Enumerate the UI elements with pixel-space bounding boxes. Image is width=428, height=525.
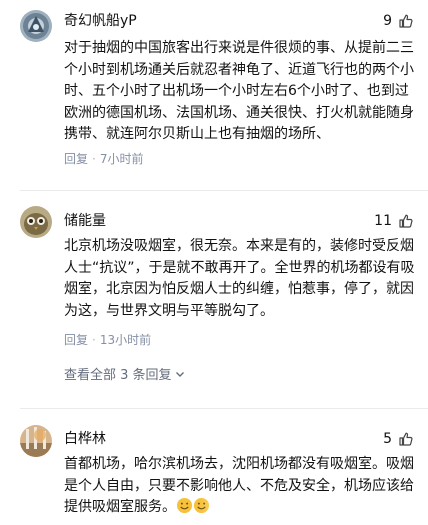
view-all-replies-label: 查看全部 3 条回复 [64,368,172,383]
comment-author[interactable]: 白桦林 [64,430,106,448]
divider [20,190,428,191]
like-button[interactable]: 11 [374,212,414,230]
comment-author[interactable]: 奇幻帆船yP [64,12,137,30]
avatar[interactable] [20,425,52,457]
like-count: 11 [374,213,392,229]
smiley-emoji-icon [176,497,193,514]
like-count: 9 [383,13,392,29]
comment-meta: 回复 · 13小时前 [64,332,151,348]
reply-button[interactable]: 回复 [64,151,88,167]
reply-button[interactable]: 回复 [64,332,88,348]
thumbs-up-icon [398,213,414,229]
divider [20,408,428,409]
avatar[interactable] [20,10,52,42]
meta-separator: · [92,152,96,166]
like-count: 5 [383,431,392,447]
comment-text: 对于抽烟的中国旅客出行来说是件很烦的事、从提前二三个小时到机场通关后就忍者神龟了… [64,40,414,142]
comment-text: 北京机场没吸烟室，很无奈。本来是有的，装修时受反烟人士“抗议”，于是就不敢再开了… [64,238,415,319]
comment-list: 奇幻帆船yP 9 对于抽烟的中国旅客出行来说是件很烦的事、从提前二三个小时到机场… [0,0,428,525]
comment-author[interactable]: 储能量 [64,212,106,230]
comment-time: 13小时前 [99,333,152,347]
comment-meta: 回复 · 7小时前 [64,151,143,167]
meta-separator: · [92,333,96,347]
avatar[interactable] [20,206,52,238]
chevron-down-icon [175,367,185,385]
thumbs-up-icon [398,431,414,447]
like-button[interactable]: 5 [383,430,414,448]
view-all-replies-button[interactable]: 查看全部 3 条回复 [64,367,185,385]
scroll-fade-overlay [200,496,340,518]
comment-time: 7小时前 [99,152,144,166]
like-button[interactable]: 9 [383,12,414,30]
thumbs-up-icon [398,13,414,29]
